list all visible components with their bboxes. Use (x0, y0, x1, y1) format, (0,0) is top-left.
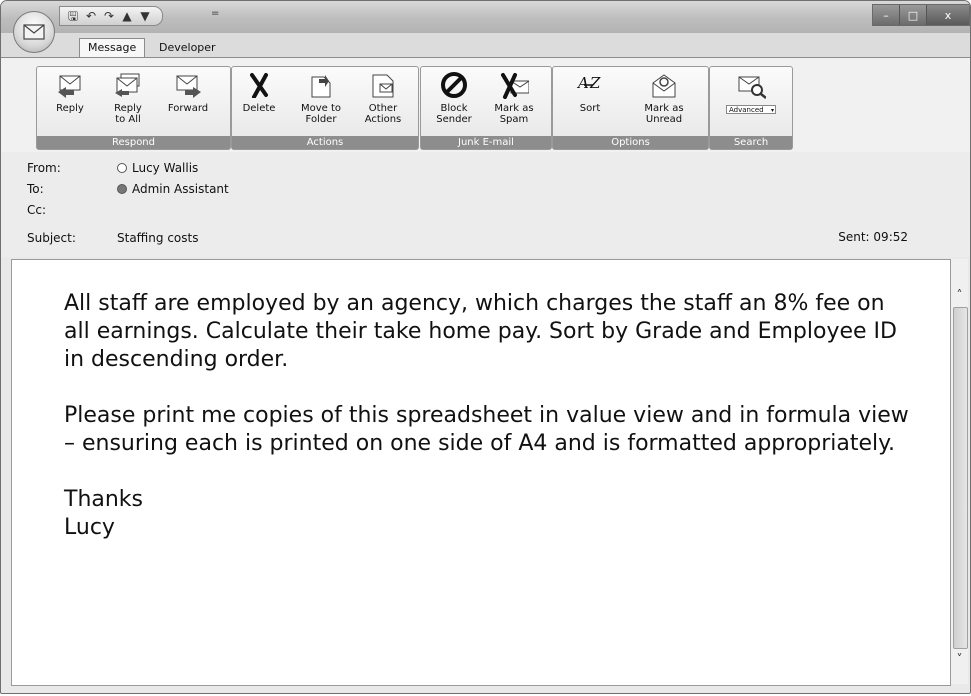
minimize-button[interactable]: – (873, 5, 899, 25)
reply-all-button[interactable]: Reply to All (101, 71, 155, 133)
ribbon: Reply Reply to All Forward Respond Delet… (1, 57, 970, 153)
mark-as-spam-button[interactable]: Mark as Spam (487, 71, 541, 133)
save-icon[interactable]: 🖫 (66, 9, 80, 23)
move-to-folder-label: Move to Folder (300, 103, 342, 125)
ribbon-group-actions: Delete Move to Folder Other Actions Acti… (231, 66, 419, 150)
to-name: Admin Assistant (132, 182, 229, 196)
delete-icon (250, 73, 268, 98)
ribbon-group-respond: Reply Reply to All Forward Respond (36, 66, 231, 150)
advanced-search-dropdown[interactable]: Advanced ▾ (726, 105, 776, 114)
mark-as-unread-button[interactable]: Mark as Unread (637, 71, 691, 133)
forward-button[interactable]: Forward (161, 71, 215, 133)
message-body[interactable]: All staff are employed by an agency, whi… (11, 259, 951, 686)
svg-text:A: A (576, 74, 589, 92)
chevron-down-icon: ▾ (770, 107, 774, 114)
group-label-junk: Junk E-mail (421, 136, 551, 149)
reply-button[interactable]: Reply (43, 71, 97, 133)
scroll-down-icon[interactable]: ˅ (951, 651, 968, 667)
message-text: All staff are employed by an agency, whi… (64, 290, 914, 542)
maximize-button[interactable]: □ (899, 5, 926, 25)
delete-button[interactable]: Delete (232, 71, 286, 133)
group-label-options: Options (553, 136, 708, 149)
scroll-up-icon[interactable]: ˄ (951, 287, 968, 303)
scroll-thumb[interactable] (953, 307, 968, 649)
app-menu-button[interactable] (13, 11, 55, 53)
ribbon-group-search: Advanced ▾ Search (709, 66, 793, 150)
sent-time: Sent: 09:52 (838, 230, 908, 244)
sort-icon: AZ (576, 74, 601, 92)
group-label-respond: Respond (37, 136, 230, 149)
reply-all-label: Reply to All (114, 103, 142, 125)
vertical-scrollbar[interactable]: ˄ ˅ (951, 259, 968, 684)
title-bar: 🖫 ↶ ↷ ▲ ▼ = – □ x (1, 1, 970, 33)
presence-icon (117, 163, 127, 173)
reply-label: Reply (56, 103, 84, 114)
redo-icon[interactable]: ↷ (102, 9, 116, 23)
quick-access-toolbar: 🖫 ↶ ↷ ▲ ▼ (59, 6, 163, 26)
reply-icon (58, 75, 81, 98)
window-controls: – □ x (872, 4, 970, 26)
block-icon (441, 72, 467, 98)
svg-text:Z: Z (589, 74, 601, 92)
block-sender-button[interactable]: Block Sender (427, 71, 481, 133)
to-label: To: (27, 182, 44, 196)
close-button[interactable]: x (926, 5, 969, 25)
message-header: From: Lucy Wallis To: Admin Assistant Cc… (1, 152, 970, 257)
from-name: Lucy Wallis (132, 161, 199, 175)
spam-icon (501, 73, 529, 99)
advanced-search-label: Advanced (729, 106, 764, 114)
block-sender-label: Block Sender (436, 103, 472, 125)
subject-label: Subject: (27, 231, 76, 245)
to-value[interactable]: Admin Assistant (117, 181, 229, 197)
up-icon[interactable]: ▲ (120, 9, 134, 23)
unread-icon (652, 74, 676, 98)
email-window: 🖫 ↶ ↷ ▲ ▼ = – □ x Message Developer Repl… (0, 0, 971, 694)
group-label-search: Search (710, 136, 792, 149)
mark-as-unread-label: Mark as Unread (644, 103, 684, 125)
forward-icon (176, 75, 201, 98)
message-signoff: Thanks (64, 487, 144, 512)
presence-icon (117, 184, 127, 194)
sort-label: Sort (579, 103, 601, 114)
envelope-icon (23, 24, 45, 40)
ribbon-tabs: Message Developer (1, 33, 970, 58)
cc-label: Cc: (27, 203, 47, 217)
other-actions-label: Other Actions (364, 103, 402, 125)
tab-message[interactable]: Message (79, 38, 146, 58)
other-actions-button[interactable]: Other Actions (356, 71, 410, 133)
message-signature: Lucy (64, 515, 115, 540)
search-icon (738, 76, 766, 99)
advanced-search-button[interactable]: Advanced ▾ (724, 71, 778, 133)
delete-label: Delete (242, 103, 276, 114)
forward-label: Forward (167, 103, 209, 114)
other-actions-icon (372, 74, 394, 98)
ribbon-group-junk: Block Sender Mark as Spam Junk E-mail (420, 66, 552, 150)
undo-icon[interactable]: ↶ (84, 9, 98, 23)
message-paragraph-1: All staff are employed by an agency, whi… (64, 291, 897, 372)
ribbon-group-options: AZ Sort Mark as Unread Options (552, 66, 709, 150)
mark-as-spam-label: Mark as Spam (494, 103, 534, 125)
message-paragraph-2: Please print me copies of this spreadshe… (64, 403, 909, 456)
from-label: From: (27, 161, 61, 175)
sort-button[interactable]: AZ Sort (563, 71, 617, 133)
tab-developer[interactable]: Developer (151, 39, 224, 56)
move-to-folder-button[interactable]: Move to Folder (294, 71, 348, 133)
subject-value: Staffing costs (117, 231, 199, 245)
folder-icon (311, 75, 331, 98)
from-value[interactable]: Lucy Wallis (117, 160, 198, 176)
group-label-actions: Actions (232, 136, 418, 149)
customize-toolbar-icon[interactable]: = (211, 8, 219, 19)
down-icon[interactable]: ▼ (138, 9, 152, 23)
reply-all-icon (115, 73, 140, 97)
